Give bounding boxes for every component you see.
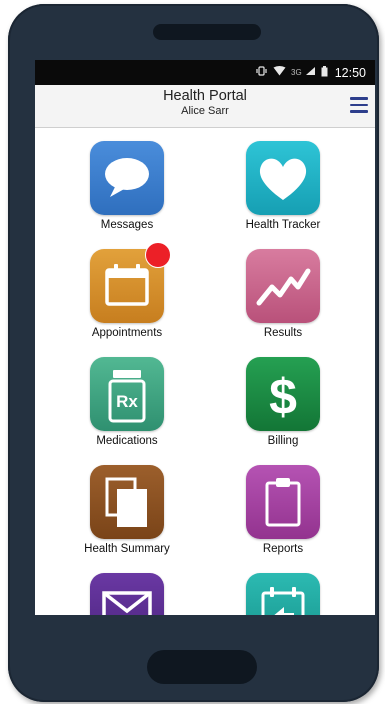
tile-label: Health Tracker [245, 219, 321, 231]
notification-badge [145, 242, 171, 268]
phone-screen: 3G 12:50 Health Portal Alice Sarr Messag… [35, 60, 375, 615]
tile-label: Health Summary [84, 543, 170, 555]
trend-chart-icon [256, 268, 311, 306]
signal-icon [305, 66, 316, 79]
clipboard-icon [265, 478, 301, 527]
health-tracker-tile[interactable]: Health Tracker [218, 141, 348, 231]
medications-tile[interactable]: Rx Medications [62, 357, 192, 447]
svg-text:$: $ [269, 369, 297, 425]
tile-label: Reports [262, 543, 304, 555]
reports-tile[interactable]: Reports [218, 465, 348, 555]
health-summary-tile[interactable]: Health Summary [62, 465, 192, 555]
network-type: 3G [291, 68, 302, 77]
billing-tile[interactable]: $ Billing [218, 357, 348, 447]
mail-tile[interactable] [62, 573, 192, 615]
health-summary-icon-box [90, 465, 164, 539]
tile-label: Billing [267, 435, 299, 447]
vibrate-icon [255, 66, 268, 79]
appointments-icon-box [90, 242, 171, 323]
speech-bubble-icon [105, 158, 149, 197]
mail-icon-box [90, 573, 164, 615]
billing-icon-box: $ [246, 357, 320, 431]
tile-label: Messages [100, 219, 154, 231]
page-title: Health Portal [163, 88, 247, 104]
rx-bottle-icon: Rx [108, 370, 146, 423]
medications-icon-box: Rx [90, 357, 164, 431]
messages-tile[interactable]: Messages [62, 141, 192, 231]
phone-speaker [153, 24, 261, 40]
hamburger-menu-icon[interactable] [350, 97, 368, 113]
user-name: Alice Sarr [181, 105, 229, 117]
calendar-share-icon [261, 587, 305, 615]
results-icon-box [246, 249, 320, 323]
battery-icon [321, 65, 328, 80]
dollar-icon: $ [269, 369, 297, 425]
status-time: 12:50 [334, 65, 366, 80]
documents-icon [105, 477, 147, 527]
tile-label: Results [263, 327, 303, 339]
results-tile[interactable]: Results [218, 249, 348, 339]
wifi-icon [273, 66, 286, 79]
health-tracker-icon-box [246, 141, 320, 215]
calendar-share-icon-box [246, 573, 320, 615]
reports-icon-box [246, 465, 320, 539]
appointments-tile[interactable]: Appointments [62, 242, 192, 339]
tile-label: Appointments [91, 327, 163, 339]
app-header: Health Portal Alice Sarr [35, 85, 375, 128]
calendar-share-tile[interactable] [218, 573, 348, 615]
tile-label: Medications [96, 435, 158, 447]
envelope-icon [102, 591, 152, 615]
status-bar: 3G 12:50 [35, 60, 375, 85]
svg-text:Rx: Rx [116, 392, 138, 411]
phone-home-button[interactable] [147, 650, 257, 684]
heart-icon [259, 158, 307, 200]
messages-icon-box [90, 141, 164, 215]
